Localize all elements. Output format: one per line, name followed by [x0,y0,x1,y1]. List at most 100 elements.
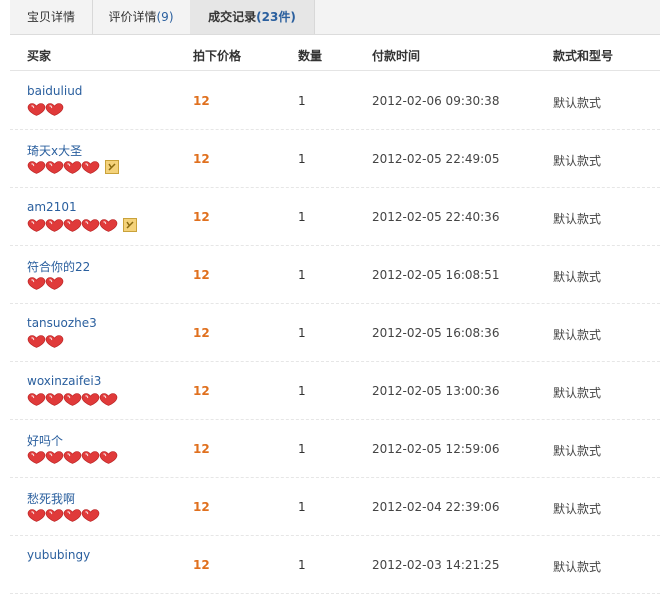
buyer-name-link[interactable]: 愁死我啊 [27,490,75,507]
tab-reviews[interactable]: 评价详情(9) [92,0,191,34]
heart-rank-icon [27,276,46,290]
buyer-name-link[interactable]: baiduliud [27,84,82,98]
price-value: 12 [193,442,210,456]
heart-rank-icon [45,450,64,464]
style-model: 默认款式 [553,502,602,516]
heart-rank-icon [63,450,82,464]
heart-rank-icon [63,392,82,406]
heart-rank-icon [45,508,64,522]
heart-rank-icon [63,160,82,174]
header-time: 付款时间 [372,49,421,63]
heart-rank-icon [45,160,64,174]
tab-count: (9) [156,10,174,24]
quantity-value: 1 [298,500,306,514]
payment-time: 2012-02-04 22:39:06 [372,500,500,514]
heart-rank-icon [63,508,82,522]
payment-time: 2012-02-05 22:40:36 [372,210,500,224]
heart-rank-icon [27,392,46,406]
quantity-value: 1 [298,558,306,572]
buyer-name-link[interactable]: 琦天x大圣 [27,142,82,159]
header-price: 拍下价格 [193,49,242,63]
payment-time: 2012-02-05 16:08:51 [372,268,500,282]
quantity-value: 1 [298,210,306,224]
buyer-rank [27,392,118,406]
heart-rank-icon [27,334,46,348]
style-model: 默认款式 [553,270,602,284]
heart-rank-icon [27,218,46,232]
buyer-name-link[interactable]: am2101 [27,200,77,214]
table-row: tansuozhe3 12 1 2012-02-05 16:08:36 默认款式 [10,303,660,362]
heart-rank-icon [81,218,100,232]
heart-rank-icon [45,276,64,290]
style-model: 默认款式 [553,386,602,400]
heart-rank-icon [27,160,46,174]
tab-label: 成交记录 [208,10,257,24]
quantity-value: 1 [298,152,306,166]
heart-rank-icon [99,218,118,232]
heart-rank-icon [27,102,46,116]
heart-rank-icon [45,218,64,232]
heart-rank-icon [27,508,46,522]
payment-time: 2012-02-03 14:21:25 [372,558,500,572]
buyer-name-link[interactable]: woxinzaifei3 [27,374,101,388]
heart-rank-icon [27,450,46,464]
price-value: 12 [193,326,210,340]
price-value: 12 [193,384,210,398]
buyer-rank [27,276,64,290]
table-row: baiduliud 12 1 2012-02-06 09:30:38 默认款式 [10,71,660,130]
price-value: 12 [193,152,210,166]
payment-time: 2012-02-05 13:00:36 [372,384,500,398]
buyer-rank [27,334,64,348]
price-value: 12 [193,94,210,108]
style-model: 默认款式 [553,444,602,458]
buyer-name-link[interactable]: 符合你的22 [27,258,90,275]
tab-bar: 宝贝详情 评价详情(9) 成交记录(23件) [10,0,660,35]
heart-rank-icon [99,392,118,406]
quantity-value: 1 [298,326,306,340]
buyer-rank [27,450,118,464]
table-header: 买家 拍下价格 数量 付款时间 款式和型号 [10,38,660,71]
quantity-value: 1 [298,268,306,282]
quantity-value: 1 [298,94,306,108]
buyer-rank [27,218,137,232]
quantity-value: 1 [298,442,306,456]
style-model: 默认款式 [553,560,602,574]
table-row: 琦天x大圣 12 1 2012-02-05 22:49:05 默认款式 [10,129,660,188]
heart-rank-icon [45,392,64,406]
payment-time: 2012-02-06 09:30:38 [372,94,500,108]
style-model: 默认款式 [553,96,602,110]
table-row: yububingy 12 1 2012-02-03 14:21:25 默认款式 [10,535,660,594]
buyer-name-link[interactable]: 好吗个 [27,432,63,449]
vip-badge-icon[interactable] [123,218,137,232]
style-model: 默认款式 [553,328,602,342]
left-margin [0,0,10,560]
payment-time: 2012-02-05 22:49:05 [372,152,500,166]
header-buyer: 买家 [27,49,52,63]
style-model: 默认款式 [553,212,602,226]
vip-badge-icon[interactable] [105,160,119,174]
table-row: woxinzaifei3 12 1 2012-02-05 13:00:36 默认款式 [10,361,660,420]
table-row: 愁死我啊 12 1 2012-02-04 22:39:06 默认款式 [10,477,660,536]
buyer-rank [27,160,119,174]
tab-item-details[interactable]: 宝贝详情 [10,0,93,34]
table-row: 好吗个 12 1 2012-02-05 12:59:06 默认款式 [10,419,660,478]
header-qty: 数量 [298,49,323,63]
heart-rank-icon [81,508,100,522]
tab-label: 宝贝详情 [26,10,75,24]
price-value: 12 [193,558,210,572]
style-model: 默认款式 [553,154,602,168]
buyer-rank [27,102,64,116]
header-style: 款式和型号 [553,49,614,63]
payment-time: 2012-02-05 16:08:36 [372,326,500,340]
buyer-rank [27,508,100,522]
heart-rank-icon [99,450,118,464]
table-row: am2101 12 1 2012-02-05 22:40:36 默认款式 [10,187,660,246]
price-value: 12 [193,210,210,224]
heart-rank-icon [63,218,82,232]
payment-time: 2012-02-05 12:59:06 [372,442,500,456]
tab-label: 评价详情 [108,10,157,24]
tab-transactions[interactable]: 成交记录(23件) [190,0,315,34]
price-value: 12 [193,500,210,514]
heart-rank-icon [45,334,64,348]
buyer-name-link[interactable]: tansuozhe3 [27,316,97,330]
